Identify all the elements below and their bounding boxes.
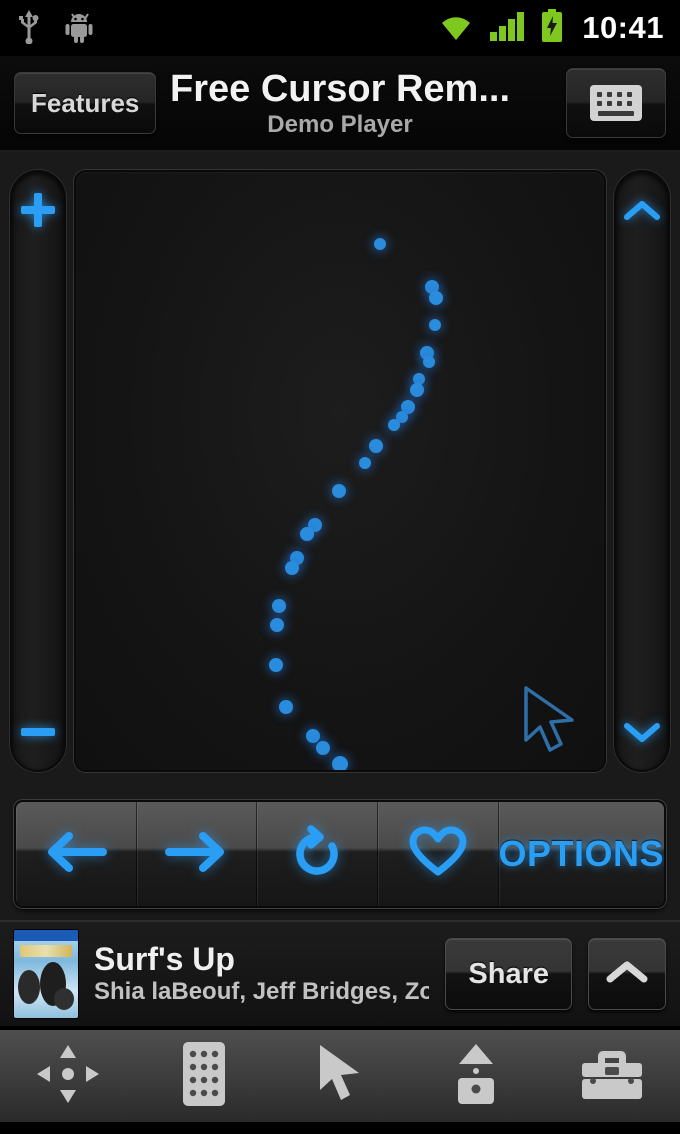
status-bar-clock: 10:41	[582, 10, 664, 45]
title-bar: Features Free Cursor Rem... Demo Player	[0, 56, 680, 152]
android-bug-icon	[64, 9, 94, 48]
movie-poster-thumbnail[interactable]	[14, 930, 78, 1018]
back-button[interactable]	[16, 802, 137, 906]
forward-button[interactable]	[137, 802, 258, 906]
now-playing-text: Surf's Up Shia laBeouf, Jeff Bridges, Zo…	[94, 941, 429, 1007]
heart-icon	[408, 826, 468, 883]
trail-dot	[300, 527, 315, 542]
trail-dot	[422, 356, 435, 369]
trail-dot	[272, 599, 287, 614]
trail-dot	[373, 237, 386, 250]
trail-dot	[316, 740, 331, 755]
chevron-up-icon	[605, 958, 649, 991]
nav-toolbar-wrapper: OPTIONS	[0, 790, 680, 920]
status-bar: 10:41	[0, 0, 680, 56]
keyboard-icon	[590, 85, 642, 121]
favorite-button[interactable]	[378, 802, 499, 906]
keyboard-button[interactable]	[566, 68, 666, 138]
refresh-button[interactable]	[257, 802, 378, 906]
tab-dpad[interactable]	[0, 1042, 136, 1111]
battery-charging-icon	[540, 8, 564, 48]
share-button[interactable]: Share	[445, 938, 572, 1010]
status-bar-left-icons	[16, 8, 94, 49]
tab-tools[interactable]	[544, 1045, 680, 1108]
arrow-right-icon	[165, 828, 227, 881]
share-button-label: Share	[468, 957, 549, 990]
numeric-keypad-icon	[181, 1040, 227, 1113]
trail-dot	[285, 560, 300, 575]
options-button-label: OPTIONS	[498, 833, 665, 874]
trail-dot	[305, 728, 320, 743]
minus-icon[interactable]	[14, 708, 62, 756]
trail-dot	[410, 382, 425, 397]
usb-icon	[16, 8, 42, 49]
now-playing-cast: Shia laBeouf, Jeff Bridges, Zooey D	[94, 978, 430, 1005]
wifi-icon	[436, 10, 476, 47]
eject-icon	[449, 1040, 503, 1113]
tab-keypad[interactable]	[136, 1040, 272, 1113]
options-button[interactable]: OPTIONS	[499, 802, 665, 906]
trail-dot	[429, 319, 442, 332]
trail-dot	[268, 657, 283, 672]
scroll-slider[interactable]	[614, 170, 670, 772]
bottom-tab-bar	[0, 1028, 680, 1122]
features-button[interactable]: Features	[14, 72, 157, 134]
chevron-up-icon[interactable]	[618, 186, 666, 234]
tab-pointer[interactable]	[272, 1042, 408, 1111]
trail-dot	[269, 618, 284, 633]
now-playing-bar: Surf's Up Shia laBeouf, Jeff Bridges, Zo…	[0, 920, 680, 1028]
trail-dot	[278, 700, 293, 715]
mouse-pointer-icon	[516, 682, 582, 756]
mouse-pointer-icon	[314, 1042, 366, 1111]
dpad-icon	[34, 1042, 102, 1111]
trail-dot	[359, 456, 372, 469]
trail-dot	[332, 756, 348, 770]
volume-slider[interactable]	[10, 170, 66, 772]
trail-dot	[388, 418, 401, 431]
features-button-label: Features	[31, 87, 140, 118]
trail-dot	[331, 484, 346, 499]
expand-button[interactable]	[588, 938, 666, 1010]
signal-icon	[488, 10, 528, 47]
toolbox-icon	[579, 1045, 645, 1108]
status-bar-right-icons: 10:41	[436, 8, 664, 48]
refresh-icon	[291, 824, 343, 884]
trail-dot	[368, 438, 383, 453]
trail-dot	[429, 290, 444, 305]
chevron-down-icon[interactable]	[618, 708, 666, 756]
touchpad-area	[0, 152, 680, 790]
nav-toolbar: OPTIONS	[14, 800, 666, 908]
tab-eject[interactable]	[408, 1040, 544, 1113]
now-playing-title: Surf's Up	[94, 941, 235, 977]
touchpad-surface[interactable]	[74, 170, 606, 772]
plus-icon[interactable]	[14, 186, 62, 234]
arrow-left-icon	[45, 828, 107, 881]
